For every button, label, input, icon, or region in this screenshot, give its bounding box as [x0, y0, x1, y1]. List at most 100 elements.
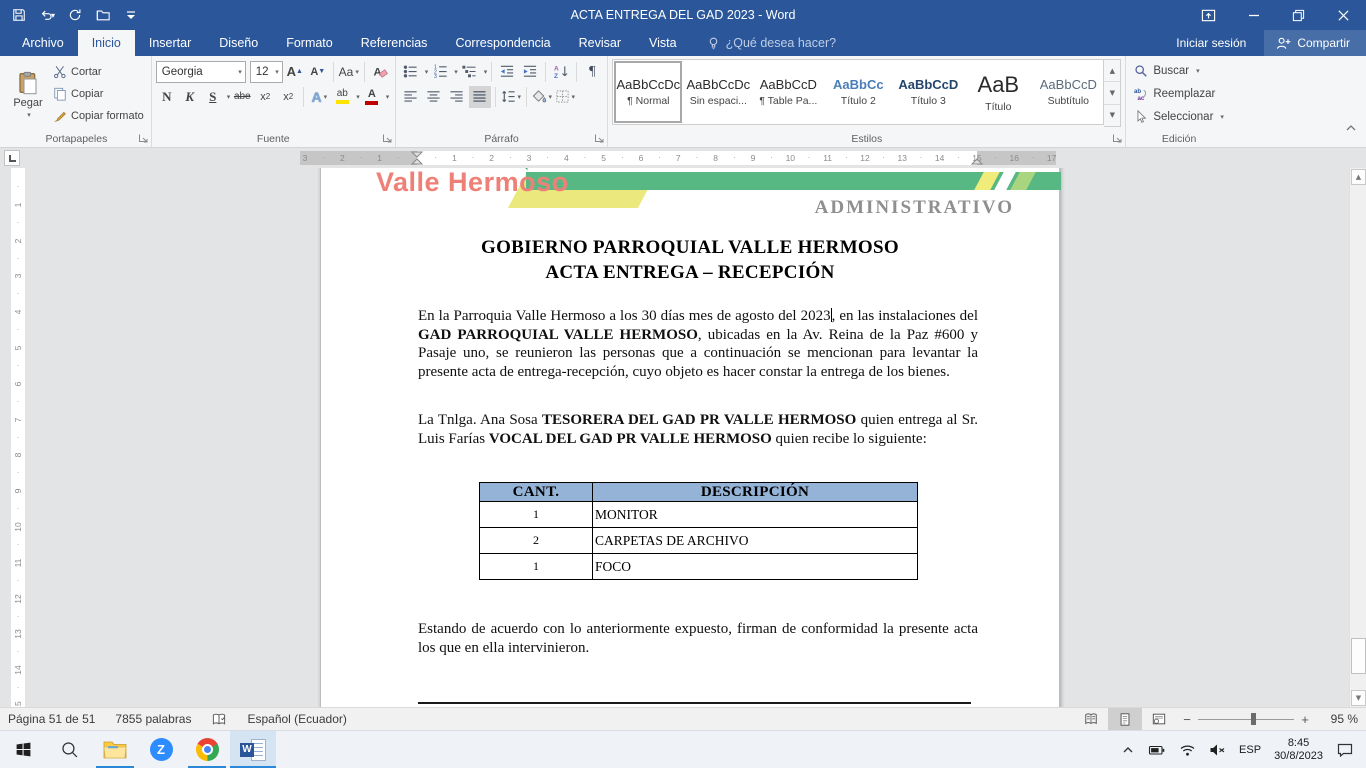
text-effects-button[interactable]: A▾ — [308, 86, 330, 108]
styles-more-button[interactable]: ▼ — [1104, 105, 1120, 126]
shrink-font-button[interactable]: A▼ — [307, 61, 329, 83]
ribbon-display-options-button[interactable] — [1186, 0, 1231, 30]
read-mode-button[interactable] — [1074, 708, 1108, 730]
font-color-dropdown-arrow[interactable]: ▾ — [386, 93, 390, 101]
taskbar-search-button[interactable] — [46, 731, 92, 768]
close-button[interactable] — [1321, 0, 1366, 30]
style-sin-espaci[interactable]: AaBbCcDcSin espaci... — [683, 60, 753, 124]
styles-dialog-launcher[interactable] — [1112, 133, 1123, 144]
style-t-tulo-2[interactable]: AaBbCcTítulo 2 — [823, 60, 893, 124]
tab-referencias[interactable]: Referencias — [347, 30, 442, 56]
page-indicator[interactable]: Página 51 de 51 — [8, 712, 95, 726]
repeat-button[interactable] — [62, 2, 88, 28]
replace-button[interactable]: abac Reemplazar — [1130, 82, 1228, 105]
zoom-slider[interactable] — [1198, 708, 1294, 730]
cut-button[interactable]: Cortar — [50, 61, 147, 83]
paragraph-dialog-launcher[interactable] — [594, 133, 605, 144]
tell-me-box[interactable]: ¿Qué desea hacer? — [707, 30, 837, 56]
sign-in-link[interactable]: Iniciar sesión — [1176, 36, 1246, 50]
scroll-up-button[interactable]: ▲ — [1351, 169, 1366, 185]
style-subt-tulo[interactable]: AaBbCcDSubtítulo — [1033, 60, 1103, 124]
proofing-icon[interactable] — [211, 712, 227, 727]
scrollbar-thumb[interactable] — [1351, 638, 1366, 674]
web-layout-button[interactable] — [1142, 708, 1176, 730]
tab-selector-button[interactable] — [4, 150, 20, 166]
first-line-indent-marker[interactable] — [411, 151, 423, 158]
paste-button[interactable]: Pegar ▾ — [6, 59, 50, 131]
styles-scroll-up-button[interactable]: ▲ — [1104, 60, 1120, 82]
multilevel-list-button[interactable] — [459, 61, 481, 83]
tab-archivo[interactable]: Archivo — [8, 30, 78, 56]
numbering-button[interactable]: 123 — [429, 61, 451, 83]
undo-dropdown-arrow[interactable]: ▾ — [51, 11, 55, 20]
h-ruler[interactable]: 1231234567891011121314151617············… — [300, 151, 1056, 165]
zoom-out-button[interactable]: − — [1176, 712, 1198, 727]
taskbar-clock[interactable]: 8:45 30/8/2023 — [1274, 737, 1323, 763]
tab-formato[interactable]: Formato — [272, 30, 347, 56]
hanging-indent-marker[interactable] — [411, 158, 423, 165]
tab-inicio[interactable]: Inicio — [78, 30, 135, 56]
language-tray-indicator[interactable]: ESP — [1239, 744, 1261, 756]
align-right-button[interactable] — [446, 86, 468, 108]
grow-font-button[interactable]: A▲ — [284, 61, 306, 83]
find-button[interactable]: Buscar▾ — [1130, 59, 1228, 82]
multilevel-dropdown-arrow[interactable]: ▾ — [484, 68, 488, 76]
font-family-select[interactable]: Georgia▾ — [156, 61, 246, 83]
justify-button[interactable] — [469, 86, 491, 108]
taskbar-zoom-app[interactable]: Z — [138, 731, 184, 768]
minimize-button[interactable] — [1231, 0, 1276, 30]
show-paragraph-marks-button[interactable]: ¶ — [581, 61, 603, 83]
bullets-button[interactable] — [400, 61, 422, 83]
volume-muted-icon[interactable] — [1209, 743, 1226, 757]
underline-button[interactable]: S — [202, 86, 224, 108]
battery-icon[interactable] — [1148, 743, 1166, 757]
styles-scroll-down-button[interactable]: ▼ — [1104, 82, 1120, 104]
clear-formatting-button[interactable]: A — [369, 61, 391, 83]
collapse-ribbon-button[interactable] — [1345, 123, 1357, 133]
zoom-in-button[interactable]: + — [1294, 712, 1316, 727]
word-count[interactable]: 7855 palabras — [115, 712, 191, 726]
strikethrough-button[interactable]: abe — [231, 86, 253, 108]
numbering-dropdown-arrow[interactable]: ▾ — [454, 68, 458, 76]
align-left-button[interactable] — [400, 86, 422, 108]
highlight-dropdown-arrow[interactable]: ▾ — [356, 93, 360, 101]
sort-button[interactable]: AZ — [550, 61, 572, 83]
taskbar-word[interactable]: W — [230, 731, 276, 768]
align-center-button[interactable] — [423, 86, 445, 108]
tab-insertar[interactable]: Insertar — [135, 30, 205, 56]
style-t-tulo-3[interactable]: AaBbCcDTítulo 3 — [893, 60, 963, 124]
shading-button[interactable]: ▾ — [531, 86, 553, 108]
taskbar-file-explorer[interactable] — [92, 731, 138, 768]
share-button[interactable]: Compartir — [1264, 30, 1366, 56]
v-ruler[interactable]: 123456789101112131415··············· — [11, 168, 25, 707]
taskbar-chrome[interactable] — [184, 731, 230, 768]
wifi-icon[interactable] — [1179, 743, 1196, 757]
increase-indent-button[interactable] — [519, 61, 541, 83]
font-color-button[interactable]: A — [361, 86, 383, 108]
save-button[interactable] — [6, 2, 32, 28]
undo-button[interactable]: ▾ — [34, 2, 60, 28]
zoom-slider-knob[interactable] — [1251, 713, 1256, 725]
copy-button[interactable]: Copiar — [50, 83, 147, 105]
tab-dise-o[interactable]: Diseño — [205, 30, 272, 56]
change-case-button[interactable]: Aa▾ — [338, 61, 360, 83]
subscript-button[interactable]: x2 — [254, 86, 276, 108]
tab-revisar[interactable]: Revisar — [565, 30, 635, 56]
open-button[interactable] — [90, 2, 116, 28]
document-area[interactable]: 123456789101112131415··············· GAD… — [0, 168, 1366, 707]
line-spacing-button[interactable]: ▾ — [500, 86, 522, 108]
tray-chevron-icon[interactable] — [1121, 744, 1135, 756]
format-painter-button[interactable]: Copiar formato — [50, 105, 147, 127]
scroll-down-button[interactable]: ▼ — [1351, 690, 1366, 706]
italic-button[interactable]: K — [179, 86, 201, 108]
decrease-indent-button[interactable] — [496, 61, 518, 83]
superscript-button[interactable]: x2 — [277, 86, 299, 108]
bold-button[interactable]: N — [156, 86, 178, 108]
clipboard-dialog-launcher[interactable] — [138, 133, 149, 144]
bullets-dropdown-arrow[interactable]: ▾ — [425, 68, 429, 76]
zoom-percentage[interactable]: 95 % — [1316, 712, 1358, 726]
style-normal[interactable]: AaBbCcDc¶ Normal — [613, 60, 683, 124]
select-button[interactable]: Seleccionar▾ — [1130, 105, 1228, 128]
style-t-tulo[interactable]: AaBTítulo — [963, 60, 1033, 124]
highlight-button[interactable]: ab — [331, 86, 353, 108]
